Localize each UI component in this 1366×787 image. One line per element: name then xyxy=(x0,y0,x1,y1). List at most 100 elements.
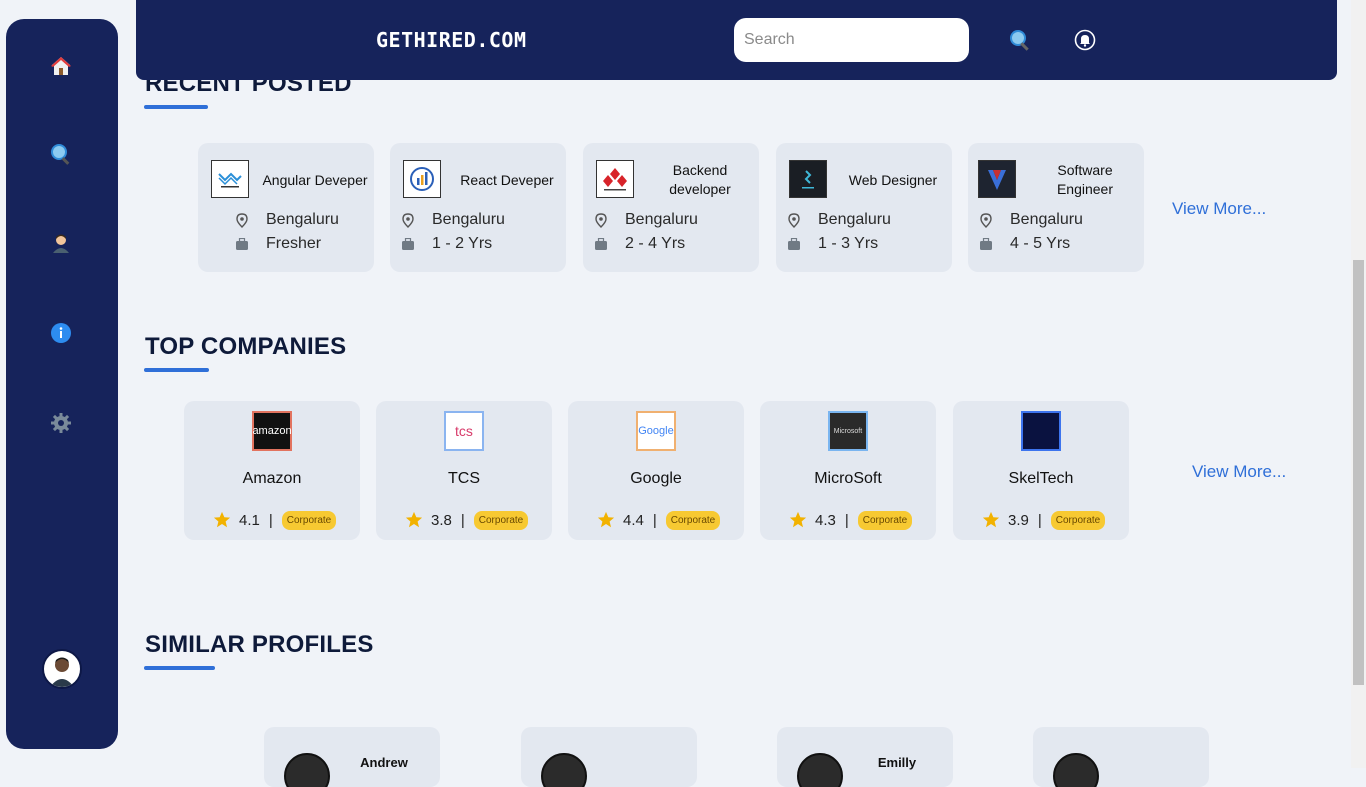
company-name: Amazon xyxy=(242,470,302,487)
section-underline xyxy=(144,368,209,372)
company-name: TCS xyxy=(448,470,480,487)
briefcase-icon xyxy=(787,236,801,252)
profile-avatar xyxy=(284,753,330,787)
job-experience: 1 - 3 Yrs xyxy=(787,234,878,254)
company-logo xyxy=(211,160,249,198)
profile-card[interactable]: Emilly xyxy=(777,727,953,787)
location-pin-icon xyxy=(787,212,801,228)
company-type-badge: Corporate xyxy=(473,510,529,530)
search-icon xyxy=(1010,30,1029,51)
search-icon[interactable] xyxy=(49,142,73,166)
company-card[interactable]: tcs TCS 3.8 | Corporate xyxy=(376,401,552,540)
similar-profiles-title: SIMILAR PROFILES xyxy=(145,631,374,658)
notification-button[interactable] xyxy=(1074,29,1096,51)
star-icon xyxy=(597,511,615,528)
location-pin-icon xyxy=(594,212,608,228)
briefcase-icon xyxy=(235,236,249,252)
company-name: MicroSoft xyxy=(814,470,882,487)
profile-avatar xyxy=(797,753,843,787)
star-icon xyxy=(982,511,1000,528)
bell-icon xyxy=(1074,29,1096,51)
location-text: Bengaluru xyxy=(266,211,339,228)
location-pin-icon xyxy=(235,212,249,228)
search-button[interactable] xyxy=(1008,28,1032,52)
job-experience: 4 - 5 Yrs xyxy=(979,234,1070,254)
user-icon[interactable] xyxy=(49,231,73,255)
job-card[interactable]: Web Designer Bengaluru 1 - 3 Yrs xyxy=(776,143,952,272)
briefcase-icon xyxy=(594,236,608,252)
job-card[interactable]: React Deveper Bengaluru 1 - 2 Yrs xyxy=(390,143,566,272)
briefcase-icon xyxy=(401,236,415,252)
experience-text: Fresher xyxy=(266,235,322,252)
job-location: Bengaluru xyxy=(401,210,505,230)
experience-text: 2 - 4 Yrs xyxy=(625,235,686,252)
view-more-jobs-link[interactable]: View More... xyxy=(1172,199,1266,219)
search-input[interactable] xyxy=(734,18,969,62)
location-pin-icon xyxy=(979,212,993,228)
job-title: Backend developer xyxy=(669,162,731,197)
profile-card[interactable]: Andrew xyxy=(264,727,440,787)
separator: | xyxy=(1037,511,1042,529)
gear-icon[interactable] xyxy=(49,411,73,435)
job-location: Bengaluru xyxy=(979,210,1083,230)
job-title: Angular Deveper xyxy=(262,171,368,188)
star-icon xyxy=(789,511,807,528)
view-more-companies-link[interactable]: View More... xyxy=(1192,462,1286,482)
company-type-badge: Corporate xyxy=(857,510,913,530)
company-logo: Microsoft xyxy=(828,411,868,451)
job-card[interactable]: Software Engineer Bengaluru 4 - 5 Yrs xyxy=(968,143,1144,272)
rating-value: 4.1 xyxy=(239,511,260,529)
company-logo: Google xyxy=(636,411,676,451)
profile-card[interactable] xyxy=(521,727,697,787)
experience-text: 4 - 5 Yrs xyxy=(1010,235,1071,252)
company-logo xyxy=(1021,411,1061,451)
location-text: Bengaluru xyxy=(625,211,698,228)
avatar[interactable] xyxy=(42,649,82,689)
top-bar: GETHIRED.COM xyxy=(136,0,1337,80)
company-logo xyxy=(789,160,827,198)
info-icon[interactable] xyxy=(49,321,73,345)
company-card[interactable]: Microsoft MicroSoft 4.3 | Corporate xyxy=(760,401,936,540)
company-rating: 3.8 | Corporate xyxy=(405,509,529,531)
home-icon[interactable] xyxy=(49,54,73,78)
job-title: Web Designer xyxy=(848,171,938,188)
job-card[interactable]: Angular Deveper Bengaluru Fresher xyxy=(198,143,374,272)
company-logo: tcs xyxy=(444,411,484,451)
location-text: Bengaluru xyxy=(1010,211,1083,228)
company-rating: 4.3 | Corporate xyxy=(789,509,913,531)
company-card[interactable]: SkelTech 3.9 | Corporate xyxy=(953,401,1129,540)
company-type-badge: Corporate xyxy=(1050,510,1106,530)
job-card[interactable]: Backend developer Bengaluru 2 - 4 Yrs xyxy=(583,143,759,272)
company-logo xyxy=(596,160,634,198)
top-companies-title: TOP COMPANIES xyxy=(145,333,347,360)
job-location: Bengaluru xyxy=(594,210,698,230)
separator: | xyxy=(652,511,657,529)
location-pin-icon xyxy=(401,212,415,228)
profile-card[interactable] xyxy=(1033,727,1209,787)
sidebar xyxy=(6,19,118,749)
company-logo: amazon xyxy=(252,411,292,451)
company-name: SkelTech xyxy=(1008,470,1074,487)
profile-avatar xyxy=(1053,753,1099,787)
company-type-badge: Corporate xyxy=(665,510,721,530)
section-underline xyxy=(144,666,215,670)
scrollbar-thumb[interactable] xyxy=(1353,260,1364,685)
job-experience: 2 - 4 Yrs xyxy=(594,234,685,254)
job-location: Bengaluru xyxy=(787,210,891,230)
company-name: Google xyxy=(630,470,682,487)
experience-text: 1 - 2 Yrs xyxy=(432,235,493,252)
company-card[interactable]: amazon Amazon 4.1 | Corporate xyxy=(184,401,360,540)
company-rating: 4.1 | Corporate xyxy=(213,509,337,531)
scrollbar[interactable] xyxy=(1351,0,1366,768)
company-type-badge: Corporate xyxy=(281,510,337,530)
job-location: Bengaluru xyxy=(235,210,339,230)
rating-value: 3.9 xyxy=(1008,511,1029,529)
star-icon xyxy=(213,511,231,528)
briefcase-icon xyxy=(979,236,993,252)
location-text: Bengaluru xyxy=(432,211,505,228)
brand-logo[interactable]: GETHIRED.COM xyxy=(376,28,527,52)
section-underline xyxy=(144,105,208,109)
job-title: Software Engineer xyxy=(1056,162,1114,197)
rating-value: 3.8 xyxy=(431,511,452,529)
company-card[interactable]: Google Google 4.4 | Corporate xyxy=(568,401,744,540)
